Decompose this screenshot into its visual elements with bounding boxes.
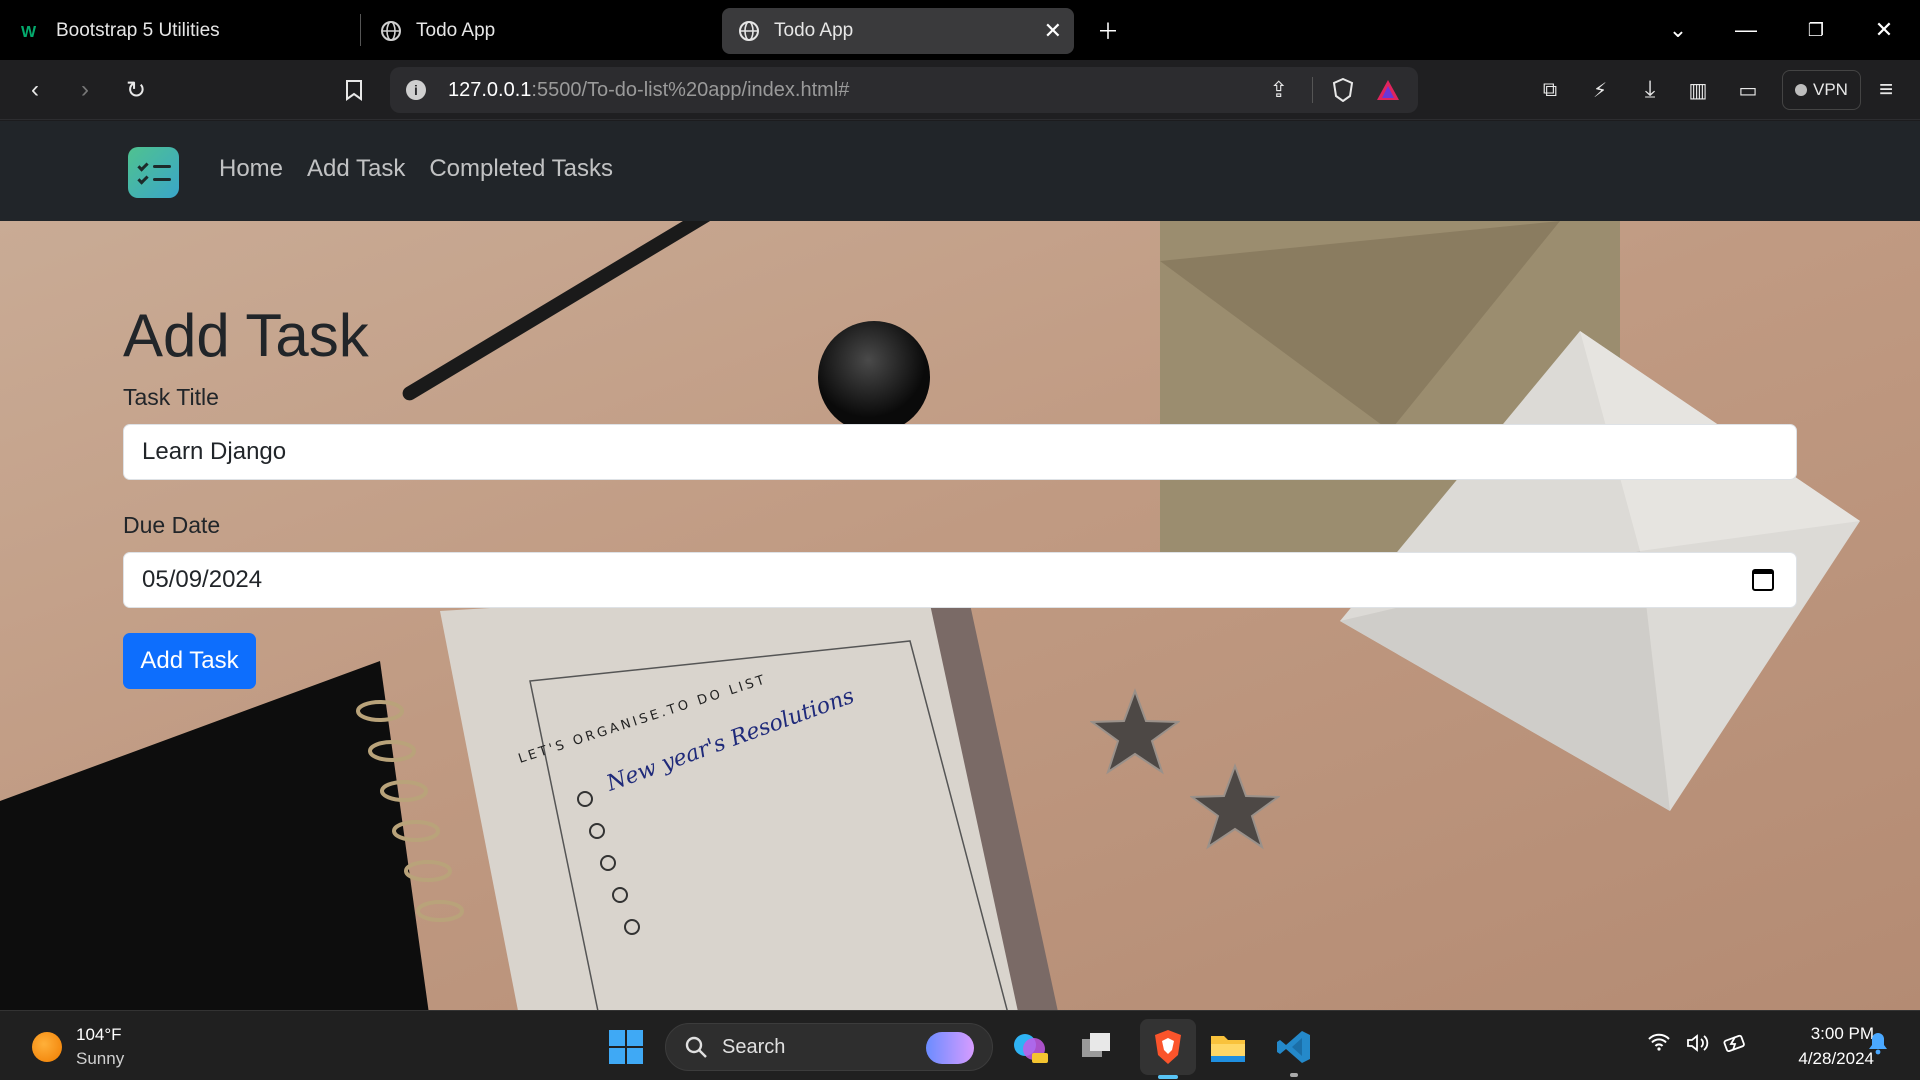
download-icon[interactable]: ⤓: [1630, 70, 1670, 110]
nav-link-add-task[interactable]: Add Task: [307, 155, 405, 183]
wallet-icon[interactable]: ▭: [1728, 70, 1768, 110]
task-title-input[interactable]: Learn Django: [123, 424, 1797, 480]
checklist-logo-icon[interactable]: [128, 147, 179, 198]
nav-link-completed-tasks[interactable]: Completed Tasks: [429, 155, 613, 183]
battery-charging-icon[interactable]: [1722, 1033, 1748, 1059]
omnibox-divider: [1312, 77, 1313, 103]
ink-bottle-illustration: [818, 321, 930, 433]
close-icon[interactable]: ✕: [1044, 18, 1062, 44]
minimize-button[interactable]: —: [1728, 12, 1764, 48]
tab-separator: [360, 14, 361, 46]
task-view-icon[interactable]: [1074, 1025, 1118, 1069]
tab-todo-app[interactable]: Todo App: [380, 8, 495, 54]
sidebar-toggle-icon[interactable]: ▥: [1678, 70, 1718, 110]
tab-list-chevron-down-icon[interactable]: ⌄: [1660, 12, 1696, 48]
task-title-label: Task Title: [123, 384, 219, 410]
clock-time: 3:00 PM: [1810, 1024, 1874, 1043]
search-icon: [685, 1036, 707, 1058]
weather-widget[interactable]: 104°F Sunny: [76, 1023, 124, 1071]
back-button[interactable]: ‹: [15, 70, 55, 110]
vscode-icon[interactable]: [1272, 1025, 1316, 1077]
windows-taskbar: 104°F Sunny Search 3:00 PM 4/28/2024: [0, 1010, 1920, 1080]
page-title: Add Task: [123, 302, 369, 369]
star-earring-icon: [1190, 763, 1280, 850]
brave-browser-icon[interactable]: [1140, 1019, 1196, 1079]
reload-button[interactable]: ↻: [116, 70, 156, 110]
browser-tab-strip: W Bootstrap 5 Utilities Todo App Todo Ap…: [0, 0, 1920, 60]
notification-bell-icon[interactable]: [1868, 1031, 1888, 1061]
add-task-button[interactable]: Add Task: [123, 633, 256, 689]
due-date-input[interactable]: 05/09/2024: [123, 552, 1797, 608]
site-info-icon[interactable]: i: [406, 80, 426, 100]
page-viewport: Home Add Task Completed Tasks LET'S ORGA…: [0, 121, 1920, 1010]
weather-desc: Sunny: [76, 1049, 125, 1068]
restore-button[interactable]: ❐: [1798, 12, 1834, 48]
leo-ai-icon[interactable]: ⚡: [1580, 70, 1620, 110]
svg-text:W: W: [21, 24, 37, 41]
volume-icon[interactable]: [1686, 1033, 1710, 1059]
w3schools-icon: W: [20, 20, 42, 42]
extensions-icon[interactable]: ⧉: [1530, 70, 1570, 110]
windows-start-icon[interactable]: [604, 1025, 648, 1069]
url-text[interactable]: 127.0.0.1:5500/To-do-list%20app/index.ht…: [448, 79, 849, 102]
search-highlight-icon: [926, 1032, 974, 1064]
globe-icon: [738, 20, 760, 42]
sun-icon[interactable]: [32, 1032, 62, 1062]
calendar-icon[interactable]: [1752, 569, 1774, 591]
browser-toolbar: ‹ › ↻ i 127.0.0.1:5500/To-do-list%20app/…: [0, 60, 1920, 120]
navbar: Home Add Task Completed Tasks: [0, 121, 1920, 221]
vpn-button[interactable]: VPN: [1782, 70, 1861, 110]
file-explorer-icon[interactable]: [1206, 1025, 1250, 1069]
system-clock[interactable]: 3:00 PM 4/28/2024: [1762, 1021, 1874, 1071]
brave-rewards-icon[interactable]: [1376, 79, 1400, 106]
tab-title: Bootstrap 5 Utilities: [56, 20, 220, 41]
forward-button[interactable]: ›: [65, 70, 105, 110]
due-date-label: Due Date: [123, 512, 221, 538]
vpn-status-icon: [1795, 84, 1807, 96]
new-tab-button[interactable]: ＋: [1090, 12, 1126, 48]
clock-date: 4/28/2024: [1798, 1049, 1874, 1068]
nav-link-home[interactable]: Home: [219, 155, 283, 183]
wifi-icon[interactable]: [1648, 1033, 1670, 1057]
address-bar[interactable]: i 127.0.0.1:5500/To-do-list%20app/index.…: [390, 67, 1418, 113]
weather-temp: 104°F: [76, 1025, 122, 1044]
menu-icon[interactable]: ≡: [1866, 70, 1906, 110]
taskbar-search[interactable]: Search: [665, 1023, 993, 1071]
tab-title: Todo App: [774, 20, 854, 41]
tab-title: Todo App: [416, 20, 496, 41]
copilot-icon[interactable]: [1008, 1025, 1052, 1069]
search-label: Search: [722, 1035, 786, 1058]
globe-icon: [380, 20, 402, 42]
vpn-label: VPN: [1813, 80, 1848, 99]
tab-bootstrap-utilities[interactable]: W Bootstrap 5 Utilities: [20, 8, 220, 54]
share-icon[interactable]: ⇪: [1270, 77, 1288, 103]
star-earring-icon: [1090, 688, 1180, 775]
bookmark-icon[interactable]: [334, 70, 374, 110]
close-window-button[interactable]: ✕: [1866, 12, 1902, 48]
tab-todo-app-active[interactable]: Todo App ✕: [722, 8, 1074, 54]
due-date-value: 05/09/2024: [142, 566, 263, 593]
nav-links: Home Add Task Completed Tasks: [219, 155, 613, 183]
brave-shields-icon[interactable]: [1332, 77, 1354, 107]
